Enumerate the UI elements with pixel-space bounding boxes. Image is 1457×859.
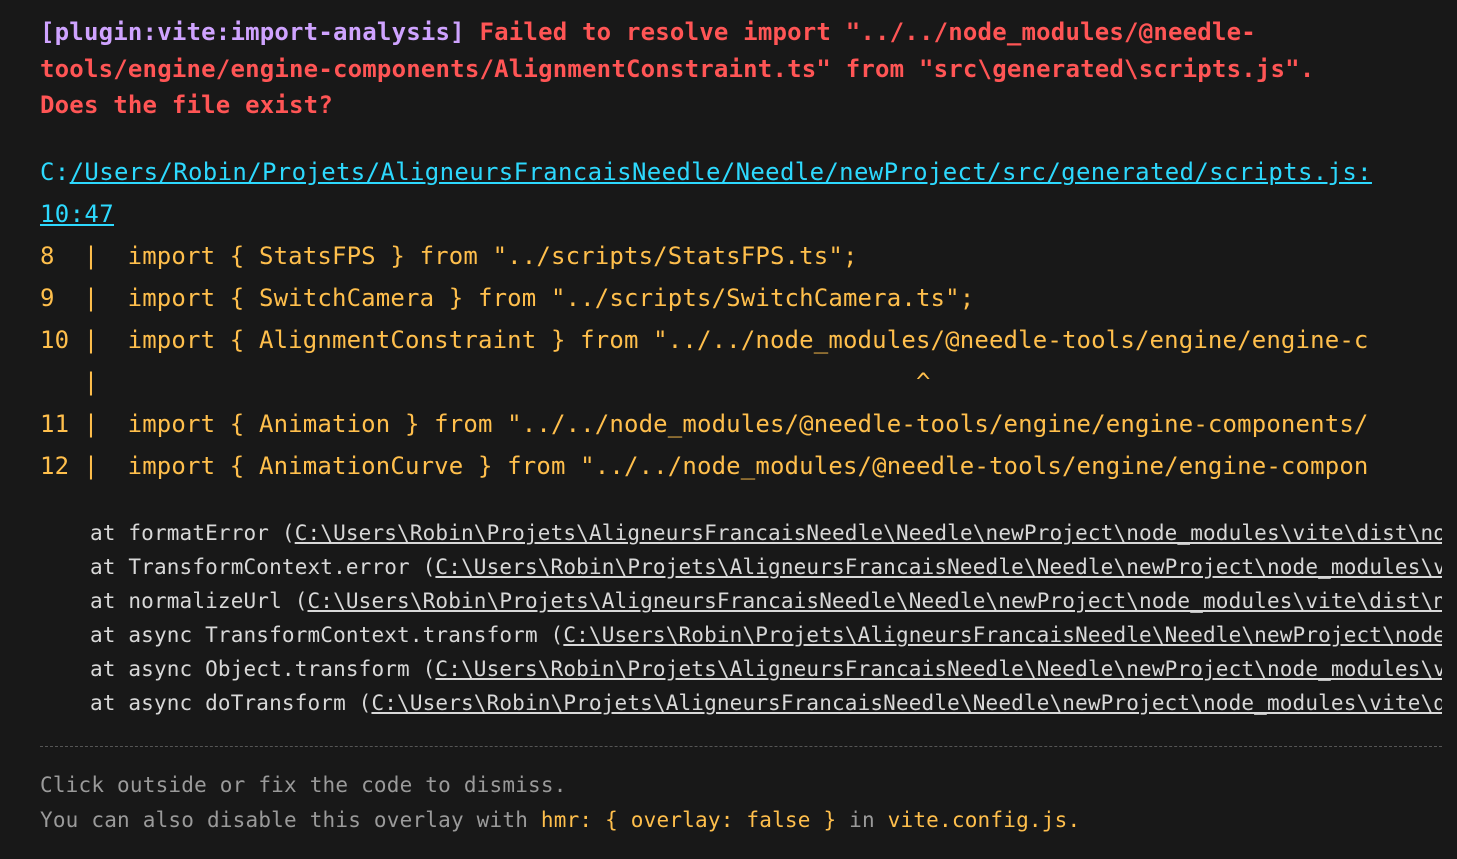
file-position-link[interactable]: 10:47 — [40, 200, 114, 228]
disable-overlay-tip: You can also disable this overlay with h… — [40, 808, 1080, 832]
stack-frame: at async TransformContext.transform (C:\… — [90, 623, 1442, 647]
stack-frame-label: at async Object.transform ( — [90, 657, 436, 681]
error-message-line-3: Does the file exist? — [40, 91, 333, 119]
stack-frame-label: at async TransformContext.transform ( — [90, 623, 564, 647]
stack-frame-label: at TransformContext.error ( — [90, 555, 436, 579]
code-frame-line: 11 | import { Animation } from "../../no… — [40, 410, 1369, 438]
stack-frame: at async Object.transform (C:\Users\Robi… — [90, 657, 1442, 681]
stack-frame-label: at formatError ( — [90, 521, 295, 545]
stack-frame: at formatError (C:\Users\Robin\Projets\A… — [90, 521, 1442, 545]
file-location: C:/Users/Robin/Projets/AligneursFrancais… — [40, 158, 1372, 186]
stack-frame: at normalizeUrl (C:\Users\Robin\Projets\… — [90, 589, 1442, 613]
stack-frame-link[interactable]: C:\Users\Robin\Projets\AligneursFrancais… — [563, 623, 1442, 647]
error-message-line-2: tools/engine/engine-components/Alignment… — [40, 55, 1315, 83]
file-drive-prefix: C: — [40, 158, 70, 186]
error-message-text-1: Failed to resolve import "../../node_mod… — [479, 18, 1256, 46]
tip-code-config: vite.config.js. — [887, 808, 1081, 832]
stack-frame-link[interactable]: C:\Users\Robin\Projets\AligneursFrancais… — [371, 691, 1442, 715]
vite-error-overlay[interactable]: [plugin:vite:import-analysis] Failed to … — [0, 0, 1457, 859]
plugin-name: [plugin:vite:import-analysis] — [40, 18, 465, 46]
tip-code-hmr: hmr: { overlay: false } — [540, 808, 837, 832]
stack-frame: at TransformContext.error (C:\Users\Robi… — [90, 555, 1442, 579]
tip-text: in — [836, 808, 888, 832]
dismiss-tip: Click outside or fix the code to dismiss… — [40, 773, 567, 797]
file-position-line: 10:47 — [40, 200, 114, 228]
stack-frame-link[interactable]: C:\Users\Robin\Projets\AligneursFrancais… — [435, 657, 1442, 681]
divider — [40, 746, 1442, 747]
code-frame-line: 9 | import { SwitchCamera } from "../scr… — [40, 284, 975, 312]
stack-frame-link[interactable]: C:\Users\Robin\Projets\AligneursFrancais… — [295, 521, 1442, 545]
stack-frame-link[interactable]: C:\Users\Robin\Projets\AligneursFrancais… — [307, 589, 1442, 613]
stack-frame-link[interactable]: C:\Users\Robin\Projets\AligneursFrancais… — [435, 555, 1442, 579]
code-frame-line: 8 | import { StatsFPS } from "../scripts… — [40, 242, 858, 270]
tip-text: You can also disable this overlay with — [40, 808, 541, 832]
stack-frame-label: at normalizeUrl ( — [90, 589, 308, 613]
code-frame-caret-line: | ^ — [40, 368, 931, 396]
stack-frame-label: at async doTransform ( — [90, 691, 372, 715]
error-message-line-1: [plugin:vite:import-analysis] Failed to … — [40, 18, 1256, 46]
code-frame-line: 10 | import { AlignmentConstraint } from… — [40, 326, 1369, 354]
stack-frame: at async doTransform (C:\Users\Robin\Pro… — [90, 691, 1442, 715]
file-path-link[interactable]: /Users/Robin/Projets/AligneursFrancaisNe… — [70, 158, 1372, 186]
code-frame-line: 12 | import { AnimationCurve } from "../… — [40, 452, 1369, 480]
